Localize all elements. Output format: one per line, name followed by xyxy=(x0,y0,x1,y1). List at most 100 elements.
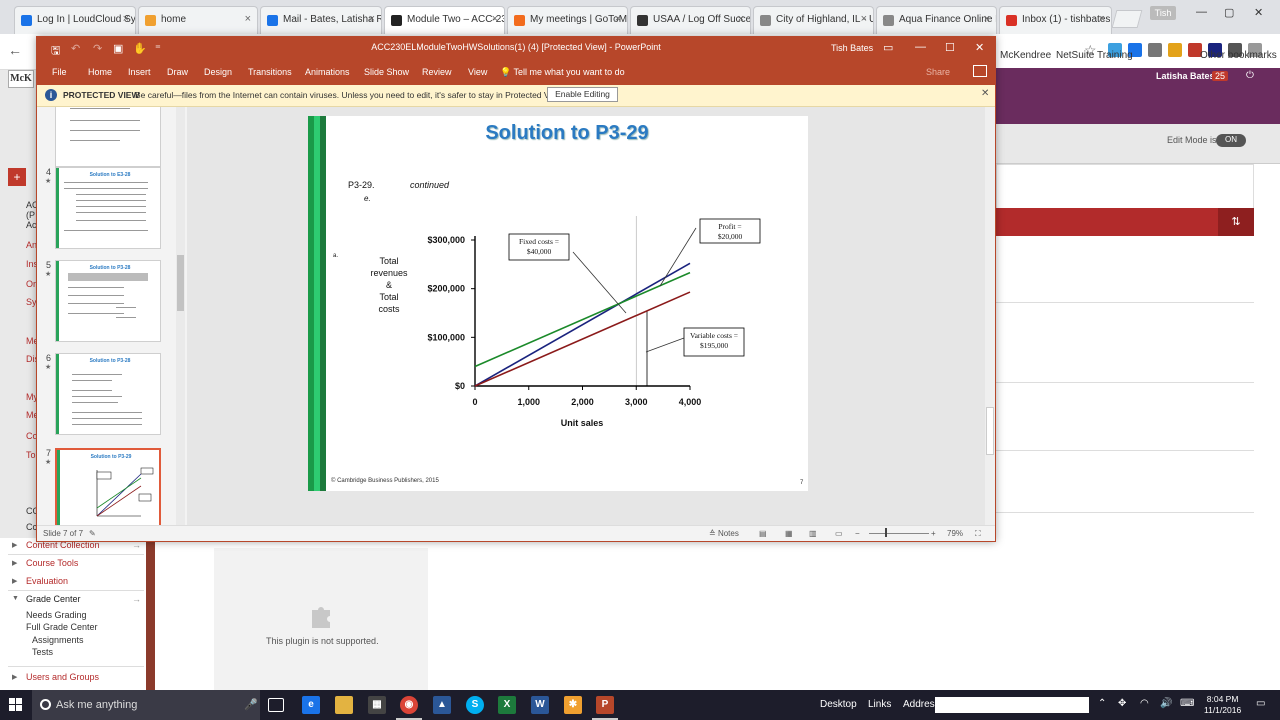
spellcheck-icon[interactable]: ✎ xyxy=(89,529,96,538)
course-menu-item[interactable]: (P xyxy=(26,210,35,220)
browser-tab[interactable]: Mail - Bates, Latisha R × xyxy=(260,6,382,34)
browser-tab[interactable]: City of Highland, IL - U × xyxy=(753,6,874,34)
expanded-triangle-icon[interactable]: ▼ xyxy=(12,595,19,602)
tab-close-icon[interactable]: × xyxy=(861,13,867,25)
ribbon-tab-transitions[interactable]: Transitions xyxy=(248,67,292,77)
browser-tab[interactable]: Aqua Finance Online B × xyxy=(876,6,997,34)
control-panel-item[interactable]: Evaluation xyxy=(26,576,68,586)
browser-tab[interactable]: Log In | LoudCloud Sys × xyxy=(14,6,136,34)
skype-icon[interactable]: S xyxy=(466,696,484,714)
volume-icon[interactable]: 🔊 xyxy=(1160,698,1172,709)
onedrive-doc-icon[interactable]: ▲ xyxy=(433,696,451,714)
control-panel-item[interactable]: Course Tools xyxy=(26,558,78,568)
ribbon-tab-insert[interactable]: Insert xyxy=(128,67,151,77)
minimize-icon[interactable]: — xyxy=(915,41,926,53)
slide-scrollbar[interactable] xyxy=(985,107,995,525)
maximize-icon[interactable]: ▢ xyxy=(1224,6,1234,19)
notification-badge[interactable]: 25 xyxy=(1212,71,1229,81)
windows-start-icon[interactable] xyxy=(9,698,23,712)
logout-icon[interactable]: ⏻ xyxy=(1246,70,1254,81)
slide-thumbnail[interactable]: Solution to P3-29 xyxy=(55,448,161,525)
tab-close-icon[interactable]: × xyxy=(123,13,129,25)
course-menu-item[interactable]: Or xyxy=(26,279,36,289)
pinned-app-icon[interactable]: ✱ xyxy=(564,696,582,714)
ribbon-tab-draw[interactable]: Draw xyxy=(167,67,188,77)
add-menu-item-button[interactable]: + xyxy=(8,168,26,186)
zoom-out-icon[interactable]: − xyxy=(855,529,860,538)
normal-view-icon[interactable]: ▤ xyxy=(759,529,767,538)
zoom-in-icon[interactable]: + xyxy=(931,529,936,538)
slide-thumbnail[interactable] xyxy=(55,107,161,167)
slide-thumbnail[interactable]: Solution to E3-28 xyxy=(55,167,161,249)
ribbon-tab-animations[interactable]: Animations xyxy=(305,67,350,77)
arrow-icon[interactable]: → xyxy=(132,594,141,604)
store-icon[interactable]: ▦ xyxy=(368,696,386,714)
bookmark-mckendree[interactable]: McKendree xyxy=(1000,50,1051,61)
notification-icon[interactable]: ▭ xyxy=(1256,698,1265,709)
user-name[interactable]: Latisha Bates xyxy=(1156,71,1215,81)
close-icon[interactable]: ✕ xyxy=(1254,6,1263,19)
slide-thumbnail[interactable]: Solution to P3-28 xyxy=(55,353,161,435)
control-panel-item[interactable]: Tests xyxy=(32,647,53,657)
site-logo[interactable]: McK xyxy=(8,70,34,88)
network-icon[interactable]: ◠ xyxy=(1140,698,1149,709)
tab-close-icon[interactable]: × xyxy=(369,13,375,25)
powerpoint-icon[interactable]: P xyxy=(592,696,618,720)
collapsed-triangle-icon[interactable]: ▶ xyxy=(12,559,17,567)
reading-view-icon[interactable]: ▥ xyxy=(809,529,817,538)
fit-to-window-icon[interactable]: ⛶ xyxy=(975,529,981,539)
slide-thumbnail[interactable]: Solution to P3-28 xyxy=(55,260,161,342)
control-panel-item[interactable]: Users and Groups xyxy=(26,672,99,682)
collapsed-triangle-icon[interactable]: ▶ xyxy=(12,541,17,549)
extension-icon[interactable] xyxy=(1148,43,1162,57)
extension-icon[interactable] xyxy=(1168,43,1182,57)
browser-tab[interactable]: USAA / Log Off Succe × xyxy=(630,6,751,34)
control-panel-item[interactable]: Full Grade Center xyxy=(26,622,98,632)
ribbon-tab-file[interactable]: File xyxy=(52,67,67,77)
ribbon-tab-view[interactable]: View xyxy=(468,67,487,77)
browser-tab[interactable]: My meetings | GoToMe × xyxy=(507,6,628,34)
tell-me-search[interactable]: 💡 Tell me what you want to do xyxy=(500,67,625,78)
links-toolbar[interactable]: Links xyxy=(868,699,891,710)
notes-button[interactable]: ≙ Notes xyxy=(709,529,739,538)
ribbon-tab-design[interactable]: Design xyxy=(204,67,232,77)
maximize-icon[interactable]: ☐ xyxy=(945,41,955,54)
share-button[interactable]: Share xyxy=(926,67,950,77)
back-icon[interactable]: ← xyxy=(8,42,22,58)
tray-expand-icon[interactable]: ⌃ xyxy=(1098,698,1106,709)
control-panel-item[interactable]: Needs Grading xyxy=(26,610,87,620)
collapsed-triangle-icon[interactable]: ▶ xyxy=(12,577,17,585)
ribbon-tab-review[interactable]: Review xyxy=(422,67,452,77)
task-view-icon[interactable] xyxy=(268,698,284,712)
course-menu-item[interactable]: Ac xyxy=(26,220,37,230)
enable-editing-button[interactable]: Enable Editing xyxy=(547,87,618,102)
slide-sorter-icon[interactable]: ▦ xyxy=(785,529,793,538)
bookmark-other[interactable]: Other bookmarks xyxy=(1200,50,1277,61)
new-tab-button[interactable] xyxy=(1111,10,1143,28)
tab-close-icon[interactable]: × xyxy=(738,13,744,25)
control-panel-item[interactable]: Assignments xyxy=(32,635,84,645)
file-explorer-icon[interactable] xyxy=(335,696,353,714)
microphone-icon[interactable]: 🎤 xyxy=(244,698,258,711)
clock[interactable]: 8:04 PM 11/1/2016 xyxy=(1204,694,1241,716)
browser-tab[interactable]: Inbox (1) - tishbates1 × xyxy=(999,6,1112,34)
control-panel-item[interactable]: Grade Center xyxy=(26,594,81,604)
slideshow-icon[interactable]: ▭ xyxy=(835,529,843,538)
zoom-slider-thumb[interactable] xyxy=(885,528,887,537)
edge-icon[interactable]: e xyxy=(302,696,320,714)
tab-close-icon[interactable]: × xyxy=(615,13,621,25)
profile-chip[interactable]: Tish xyxy=(1150,6,1176,20)
course-menu-item[interactable]: To xyxy=(26,450,36,460)
tab-close-icon[interactable]: × xyxy=(984,13,990,25)
desktop-toolbar[interactable]: Desktop xyxy=(820,699,857,710)
ribbon-tab-home[interactable]: Home xyxy=(88,67,112,77)
bookmark-netsuite[interactable]: NetSuite Training xyxy=(1056,50,1133,61)
account-name[interactable]: Tish Bates xyxy=(831,43,873,53)
browser-tab[interactable]: home × xyxy=(138,6,258,34)
sort-icon[interactable]: ⇅ xyxy=(1218,208,1254,236)
address-toolbar-input[interactable] xyxy=(935,697,1089,713)
keyboard-icon[interactable]: ⌨ xyxy=(1180,698,1194,709)
excel-icon[interactable]: X xyxy=(498,696,516,714)
tray-app-icon[interactable]: ✥ xyxy=(1118,698,1126,709)
chrome-icon[interactable]: ◉ xyxy=(396,696,422,720)
